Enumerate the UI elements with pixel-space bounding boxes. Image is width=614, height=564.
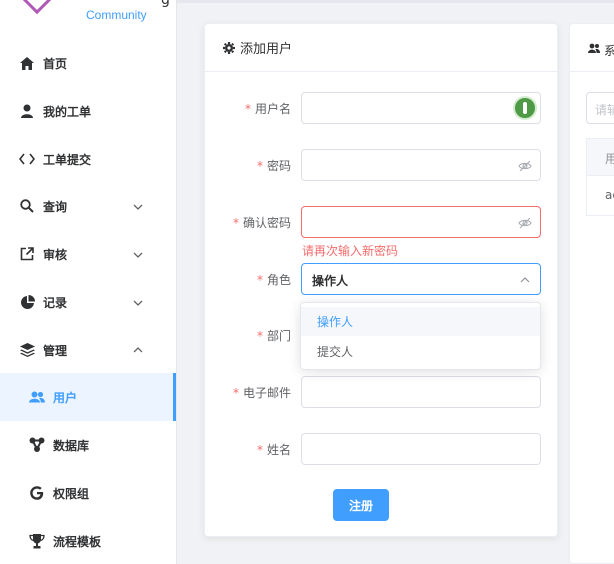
name-input[interactable]: [301, 433, 541, 465]
department-label: * 部门: [256, 329, 291, 343]
sidebar-subitem-database[interactable]: 数据库: [0, 421, 176, 469]
password-input[interactable]: [301, 149, 541, 181]
confirm-password-label: * 确认密码: [232, 216, 291, 230]
users-icon: [588, 43, 600, 53]
chevron-down-icon: [133, 252, 143, 258]
confirm-password-error: 请再次输入新密码: [302, 244, 399, 258]
role-dropdown: 操作人 提交人: [300, 302, 541, 370]
required-mark: *: [256, 159, 263, 173]
chevron-up-icon: [520, 277, 530, 283]
sidebar-item-query[interactable]: 查询: [0, 182, 176, 230]
eye-off-icon[interactable]: [518, 159, 532, 173]
sidebar-item-label: 审核: [43, 247, 68, 262]
password-manager-icon[interactable]: [513, 96, 537, 120]
home-icon: [19, 55, 35, 71]
logo-text: Community: [86, 8, 147, 22]
sidebar-item-label: 查询: [43, 199, 68, 214]
card-header: 添加用户: [205, 24, 557, 72]
sidebar-item-label: 管理: [43, 343, 68, 358]
card-header: 系: [570, 24, 614, 72]
user-icon: [19, 103, 35, 119]
layers-icon: [19, 342, 35, 358]
logo-mark-icon: [15, 0, 59, 15]
gear-icon: [223, 41, 235, 54]
sidebar-item-label: 流程模板: [53, 534, 102, 549]
role-select[interactable]: 操作人: [301, 263, 541, 295]
role-label: * 角色: [256, 273, 291, 287]
name-label: * 姓名: [256, 443, 291, 457]
table-row[interactable]: ac: [586, 176, 614, 216]
sidebar-item-submit-ticket[interactable]: 工单提交: [0, 135, 176, 183]
database-icon: [29, 437, 45, 453]
table-cell: ac: [605, 188, 614, 202]
sidebar-item-records[interactable]: 记录: [0, 278, 176, 326]
search-icon: [19, 198, 35, 214]
required-mark: *: [256, 273, 263, 287]
sidebar-item-manage[interactable]: 管理: [0, 326, 176, 374]
pie-chart-icon: [19, 294, 35, 310]
logo-partial-letter: g: [161, 0, 170, 8]
sidebar: g Community 首页 我的工单 工单提交 查询 审核 记录 管理 用户 …: [0, 0, 177, 564]
users-icon: [29, 389, 45, 405]
email-input[interactable]: [301, 376, 541, 408]
user-list-card: 系 请辅 用 ac: [569, 23, 614, 564]
external-link-icon: [19, 246, 35, 262]
card-title: 系: [604, 44, 614, 58]
required-mark: *: [232, 216, 239, 230]
sidebar-item-label: 我的工单: [43, 104, 92, 119]
register-button[interactable]: 注册: [333, 489, 389, 521]
role-option[interactable]: 操作人: [301, 307, 540, 336]
chevron-down-icon: [133, 204, 143, 210]
required-mark: *: [244, 102, 251, 116]
sidebar-item-label: 工单提交: [43, 152, 92, 167]
sidebar-subitem-permission-groups[interactable]: 权限组: [0, 469, 176, 517]
sidebar-item-label: 用户: [53, 390, 78, 405]
required-mark: *: [232, 386, 239, 400]
sidebar-item-label: 数据库: [53, 438, 90, 453]
code-icon: [19, 151, 35, 167]
add-user-card: 添加用户 *用户名 *密码 *确认密码 请再次输入新密码 *角色 操作人: [204, 23, 558, 537]
confirm-password-input[interactable]: [301, 206, 541, 238]
password-label: * 密码: [256, 159, 291, 173]
google-icon: [29, 485, 45, 501]
chevron-up-icon: [133, 347, 143, 353]
sidebar-item-label: 权限组: [53, 486, 90, 501]
table-header: 用: [586, 138, 614, 176]
trophy-icon: [29, 533, 45, 549]
sidebar-item-home[interactable]: 首页: [0, 39, 176, 87]
username-label: * 用户名: [244, 102, 291, 116]
email-label: * 电子邮件: [232, 386, 291, 400]
card-title: 添加用户: [240, 42, 293, 57]
role-option[interactable]: 提交人: [301, 337, 540, 366]
top-strip: [177, 0, 614, 3]
sidebar-subitem-flow-templates[interactable]: 流程模板: [0, 517, 176, 564]
sidebar-item-review[interactable]: 审核: [0, 230, 176, 278]
sidebar-item-my-tickets[interactable]: 我的工单: [0, 87, 176, 135]
chevron-down-icon: [133, 300, 143, 306]
username-input[interactable]: [301, 92, 541, 124]
eye-off-icon[interactable]: [518, 216, 532, 230]
sidebar-item-label: 首页: [43, 56, 68, 71]
logo[interactable]: g Community: [0, 0, 177, 30]
required-mark: *: [256, 329, 263, 343]
sidebar-subitem-users[interactable]: 用户: [0, 373, 176, 421]
required-mark: *: [256, 443, 263, 457]
search-input[interactable]: 请辅: [586, 92, 614, 124]
table-header-cell: 用: [605, 152, 614, 166]
sidebar-item-label: 记录: [43, 295, 68, 310]
